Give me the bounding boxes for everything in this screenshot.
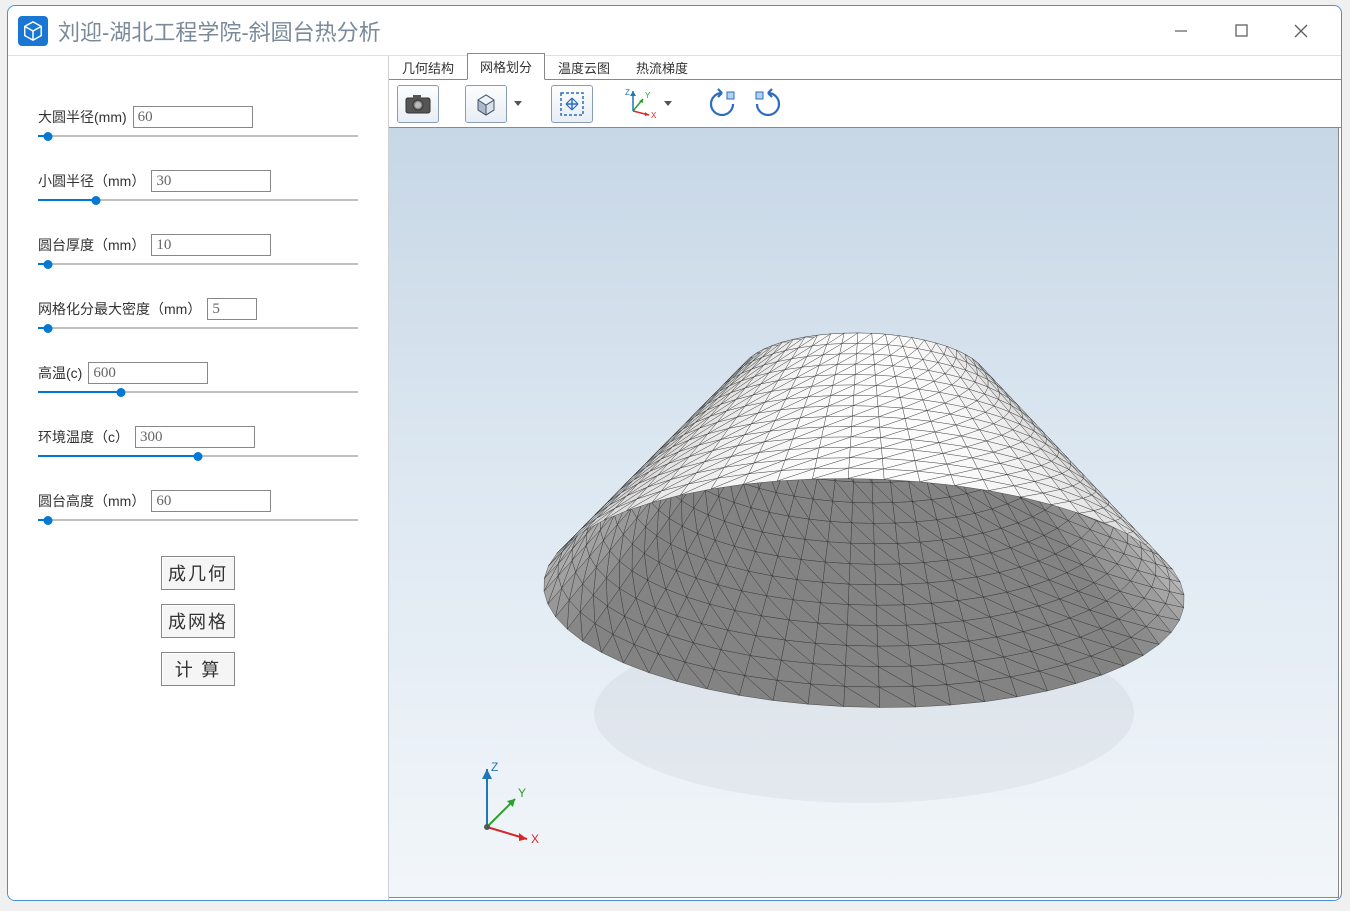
camera-icon: [404, 93, 432, 115]
tab-3[interactable]: 热流梯度: [623, 54, 701, 80]
3d-viewport[interactable]: X Y Z: [389, 128, 1339, 898]
maximize-button[interactable]: [1211, 11, 1271, 51]
z-axis-label: Z: [491, 760, 498, 774]
view-cube-button[interactable]: [465, 85, 507, 123]
axis-triad-button[interactable]: X Y Z: [619, 85, 657, 123]
svg-text:Y: Y: [645, 91, 651, 100]
titlebar: 刘迎-湖北工程学院-斜圆台热分析: [8, 6, 1341, 56]
content-area: 大圆半径(mm) 小圆半径（mm） 圆台厚度（mm） 网格化分最大密度（mm: [8, 56, 1341, 900]
y-axis-label: Y: [518, 786, 526, 800]
rotate-cw-button[interactable]: [701, 85, 743, 123]
param-label: 高温(c): [38, 363, 82, 383]
action-buttons: 成几何 成网格 计 算: [38, 556, 358, 686]
chevron-down-icon: [514, 101, 522, 106]
minimize-button[interactable]: [1151, 11, 1211, 51]
tab-1[interactable]: 网格划分: [467, 53, 545, 80]
param-label: 环境温度（c）: [38, 427, 129, 447]
tabs: 几何结构网格划分温度云图热流梯度: [389, 56, 1341, 80]
viewport-toolbar: X Y Z: [389, 80, 1341, 128]
fit-view-button[interactable]: [551, 85, 593, 123]
param-label: 网格化分最大密度（mm）: [38, 299, 201, 319]
param-input-2[interactable]: [151, 234, 271, 256]
sidebar: 大圆半径(mm) 小圆半径（mm） 圆台厚度（mm） 网格化分最大密度（mm: [8, 56, 388, 900]
param-label: 圆台高度（mm）: [38, 491, 145, 511]
axis-triad-dropdown[interactable]: [661, 85, 675, 123]
param-input-3[interactable]: [207, 298, 257, 320]
cube-icon: [472, 90, 500, 118]
viewport-triad: X Y Z: [469, 757, 549, 847]
app-window: 刘迎-湖北工程学院-斜圆台热分析 大圆半径(mm) 小圆半径（mm）: [7, 5, 1342, 901]
param-input-0[interactable]: [133, 106, 253, 128]
param-slider-6[interactable]: [38, 514, 358, 526]
rotate-cw-icon: [705, 87, 739, 121]
param-label: 小圆半径（mm）: [38, 171, 145, 191]
rotate-ccw-button[interactable]: [747, 85, 789, 123]
param-label: 圆台厚度（mm）: [38, 235, 145, 255]
fit-icon: [559, 91, 585, 117]
param-input-5[interactable]: [135, 426, 255, 448]
compute-button[interactable]: 计 算: [161, 652, 235, 686]
param-label: 大圆半径(mm): [38, 107, 127, 127]
param-slider-0[interactable]: [38, 130, 358, 142]
screenshot-button[interactable]: [397, 85, 439, 123]
axis-triad-icon: X Y Z: [619, 85, 657, 123]
close-icon: [1294, 24, 1308, 38]
view-cube-dropdown[interactable]: [511, 85, 525, 123]
mesh-rendering: [514, 243, 1214, 843]
tab-0[interactable]: 几何结构: [389, 54, 467, 80]
window-controls: [1151, 11, 1331, 51]
window-title: 刘迎-湖北工程学院-斜圆台热分析: [58, 15, 1151, 47]
rotate-ccw-icon: [751, 87, 785, 121]
app-icon: [18, 16, 48, 46]
maximize-icon: [1235, 24, 1248, 37]
param-input-6[interactable]: [151, 490, 271, 512]
param-input-1[interactable]: [151, 170, 271, 192]
param-slider-5[interactable]: [38, 450, 358, 462]
chevron-down-icon: [664, 101, 672, 106]
param-slider-4[interactable]: [38, 386, 358, 398]
generate-mesh-button[interactable]: 成网格: [161, 604, 235, 638]
minimize-icon: [1174, 24, 1188, 38]
generate-geometry-button[interactable]: 成几何: [161, 556, 235, 590]
svg-text:X: X: [651, 111, 657, 120]
close-button[interactable]: [1271, 11, 1331, 51]
param-slider-2[interactable]: [38, 258, 358, 270]
param-slider-1[interactable]: [38, 194, 358, 206]
x-axis-label: X: [531, 832, 539, 846]
param-input-4[interactable]: [88, 362, 208, 384]
param-slider-3[interactable]: [38, 322, 358, 334]
main-panel: 几何结构网格划分温度云图热流梯度: [388, 56, 1341, 900]
svg-text:Z: Z: [625, 88, 630, 97]
tab-2[interactable]: 温度云图: [545, 54, 623, 80]
